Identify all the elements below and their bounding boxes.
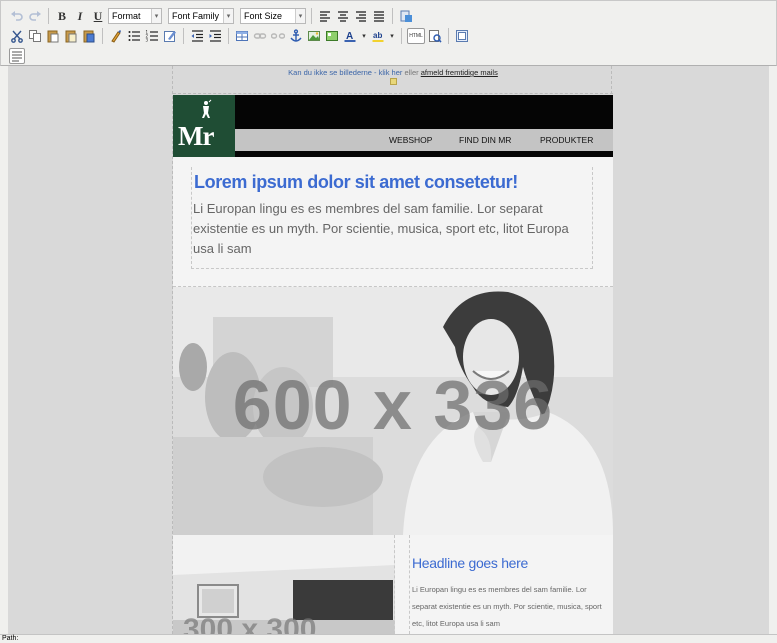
redo-icon[interactable] xyxy=(27,8,43,24)
chevron-down-icon[interactable]: ▾ xyxy=(360,28,368,44)
template-icon[interactable] xyxy=(9,48,25,64)
nav-item-find-din-mr[interactable]: FIND DIN MR xyxy=(459,135,511,145)
secondary-section: 300 x 300 Headline goes here Li Europan … xyxy=(173,535,613,634)
hero-image-size-label: 600 x 336 xyxy=(232,366,554,444)
toolbar-separator xyxy=(448,28,449,44)
table-icon[interactable] xyxy=(234,28,250,44)
format-select[interactable]: Format ▾ xyxy=(108,8,162,24)
toolbar-row-3 xyxy=(9,47,25,65)
intro-body[interactable]: Li Europan lingu es es membres del sam f… xyxy=(192,193,592,259)
cut-icon[interactable] xyxy=(9,28,25,44)
status-bar: Path: xyxy=(0,634,777,643)
email-header: Mr WEBSHOP FIND DIN MR PRODUKTER xyxy=(173,95,613,157)
copy-icon[interactable] xyxy=(27,28,43,44)
header-nav: WEBSHOP FIND DIN MR PRODUKTER xyxy=(235,129,613,151)
hero-image[interactable]: 600 x 336 xyxy=(173,287,613,535)
format-select-value: Format xyxy=(112,11,141,21)
text-color-icon[interactable]: A xyxy=(342,28,358,44)
placeholder-image-icon xyxy=(389,78,397,85)
preview-icon[interactable] xyxy=(427,28,443,44)
outdent-icon[interactable] xyxy=(189,28,205,44)
font-size-select-value: Font Size xyxy=(244,11,283,21)
paste-word-icon[interactable] xyxy=(398,8,414,24)
logo-figure-icon xyxy=(202,99,212,118)
unlink-icon[interactable] xyxy=(270,28,286,44)
link-icon[interactable] xyxy=(252,28,268,44)
preheader: Kan du ikke se billederne - klik her ell… xyxy=(173,66,613,94)
toolbar-separator xyxy=(401,28,402,44)
font-family-select-value: Font Family xyxy=(172,11,220,21)
editor-canvas[interactable]: Kan du ikke se billederne - klik her ell… xyxy=(8,66,769,634)
paste-icon[interactable] xyxy=(45,28,61,44)
toolbar-separator xyxy=(102,28,103,44)
italic-button[interactable]: I xyxy=(72,8,88,24)
bullet-list-icon[interactable] xyxy=(126,28,142,44)
chevron-down-icon[interactable]: ▾ xyxy=(388,28,396,44)
cleanup-icon[interactable] xyxy=(108,28,124,44)
secondary-content[interactable]: Headline goes here Li Europan lingu es e… xyxy=(409,535,613,634)
fullscreen-icon[interactable] xyxy=(454,28,470,44)
toolbar-separator xyxy=(48,8,49,24)
svg-text:3: 3 xyxy=(146,38,149,43)
email-template: Kan du ikke se billederne - klik her ell… xyxy=(172,66,613,634)
intro-section: Lorem ipsum dolor sit amet consetetur! L… xyxy=(173,157,613,287)
toolbar-row-1: B I U Format ▾ Font Family ▾ Font Size ▾ xyxy=(9,7,414,25)
align-center-icon[interactable] xyxy=(335,8,351,24)
undo-icon[interactable] xyxy=(9,8,25,24)
path-label: Path: xyxy=(2,635,19,642)
font-size-select[interactable]: Font Size ▾ xyxy=(240,8,306,24)
bold-button[interactable]: B xyxy=(54,8,70,24)
nav-item-produkter[interactable]: PRODUKTER xyxy=(540,135,593,145)
secondary-body[interactable]: Li Europan lingu es es membres del sam f… xyxy=(410,571,610,632)
background-color-icon[interactable]: ab xyxy=(370,28,386,44)
unsubscribe-link[interactable]: afmeld fremtidige mails xyxy=(421,68,498,77)
chevron-down-icon: ▾ xyxy=(295,9,305,23)
secondary-image[interactable]: 300 x 300 xyxy=(173,535,395,634)
paste-text-icon[interactable] xyxy=(63,28,79,44)
align-left-icon[interactable] xyxy=(317,8,333,24)
toolbar-separator xyxy=(228,28,229,44)
view-online-link[interactable]: Kan du ikke se billederne - klik her xyxy=(288,68,402,77)
paste-word-doc-icon[interactable] xyxy=(81,28,97,44)
media-icon[interactable] xyxy=(324,28,340,44)
align-justify-icon[interactable] xyxy=(371,8,387,24)
anchor-icon[interactable] xyxy=(288,28,304,44)
numbered-list-icon[interactable]: 123 xyxy=(144,28,160,44)
align-right-icon[interactable] xyxy=(353,8,369,24)
indent-icon[interactable] xyxy=(207,28,223,44)
editor-toolbar: B I U Format ▾ Font Family ▾ Font Size ▾ 12… xyxy=(0,0,777,66)
chevron-down-icon: ▾ xyxy=(151,9,161,23)
font-family-select[interactable]: Font Family ▾ xyxy=(168,8,234,24)
html-source-button[interactable]: HTML xyxy=(407,28,425,44)
underline-button[interactable]: U xyxy=(90,8,106,24)
secondary-headline[interactable]: Headline goes here xyxy=(410,535,613,571)
toolbar-separator xyxy=(311,8,312,24)
logo-text: Mr xyxy=(178,121,214,151)
svg-text:ab: ab xyxy=(373,31,382,40)
intro-headline[interactable]: Lorem ipsum dolor sit amet consetetur! xyxy=(192,167,592,193)
logo: Mr xyxy=(173,95,235,157)
toolbar-separator xyxy=(392,8,393,24)
toolbar-row-2: 123 A ▾ ab ▾ HTML xyxy=(9,27,470,45)
image-icon[interactable] xyxy=(306,28,322,44)
toolbar-separator xyxy=(183,28,184,44)
secondary-image-size-label: 300 x 300 xyxy=(183,613,317,634)
nav-item-webshop[interactable]: WEBSHOP xyxy=(389,135,432,145)
preheader-separator: eller xyxy=(402,68,421,77)
edit-css-icon[interactable] xyxy=(162,28,178,44)
intro-content[interactable]: Lorem ipsum dolor sit amet consetetur! L… xyxy=(191,167,593,269)
chevron-down-icon: ▾ xyxy=(223,9,233,23)
